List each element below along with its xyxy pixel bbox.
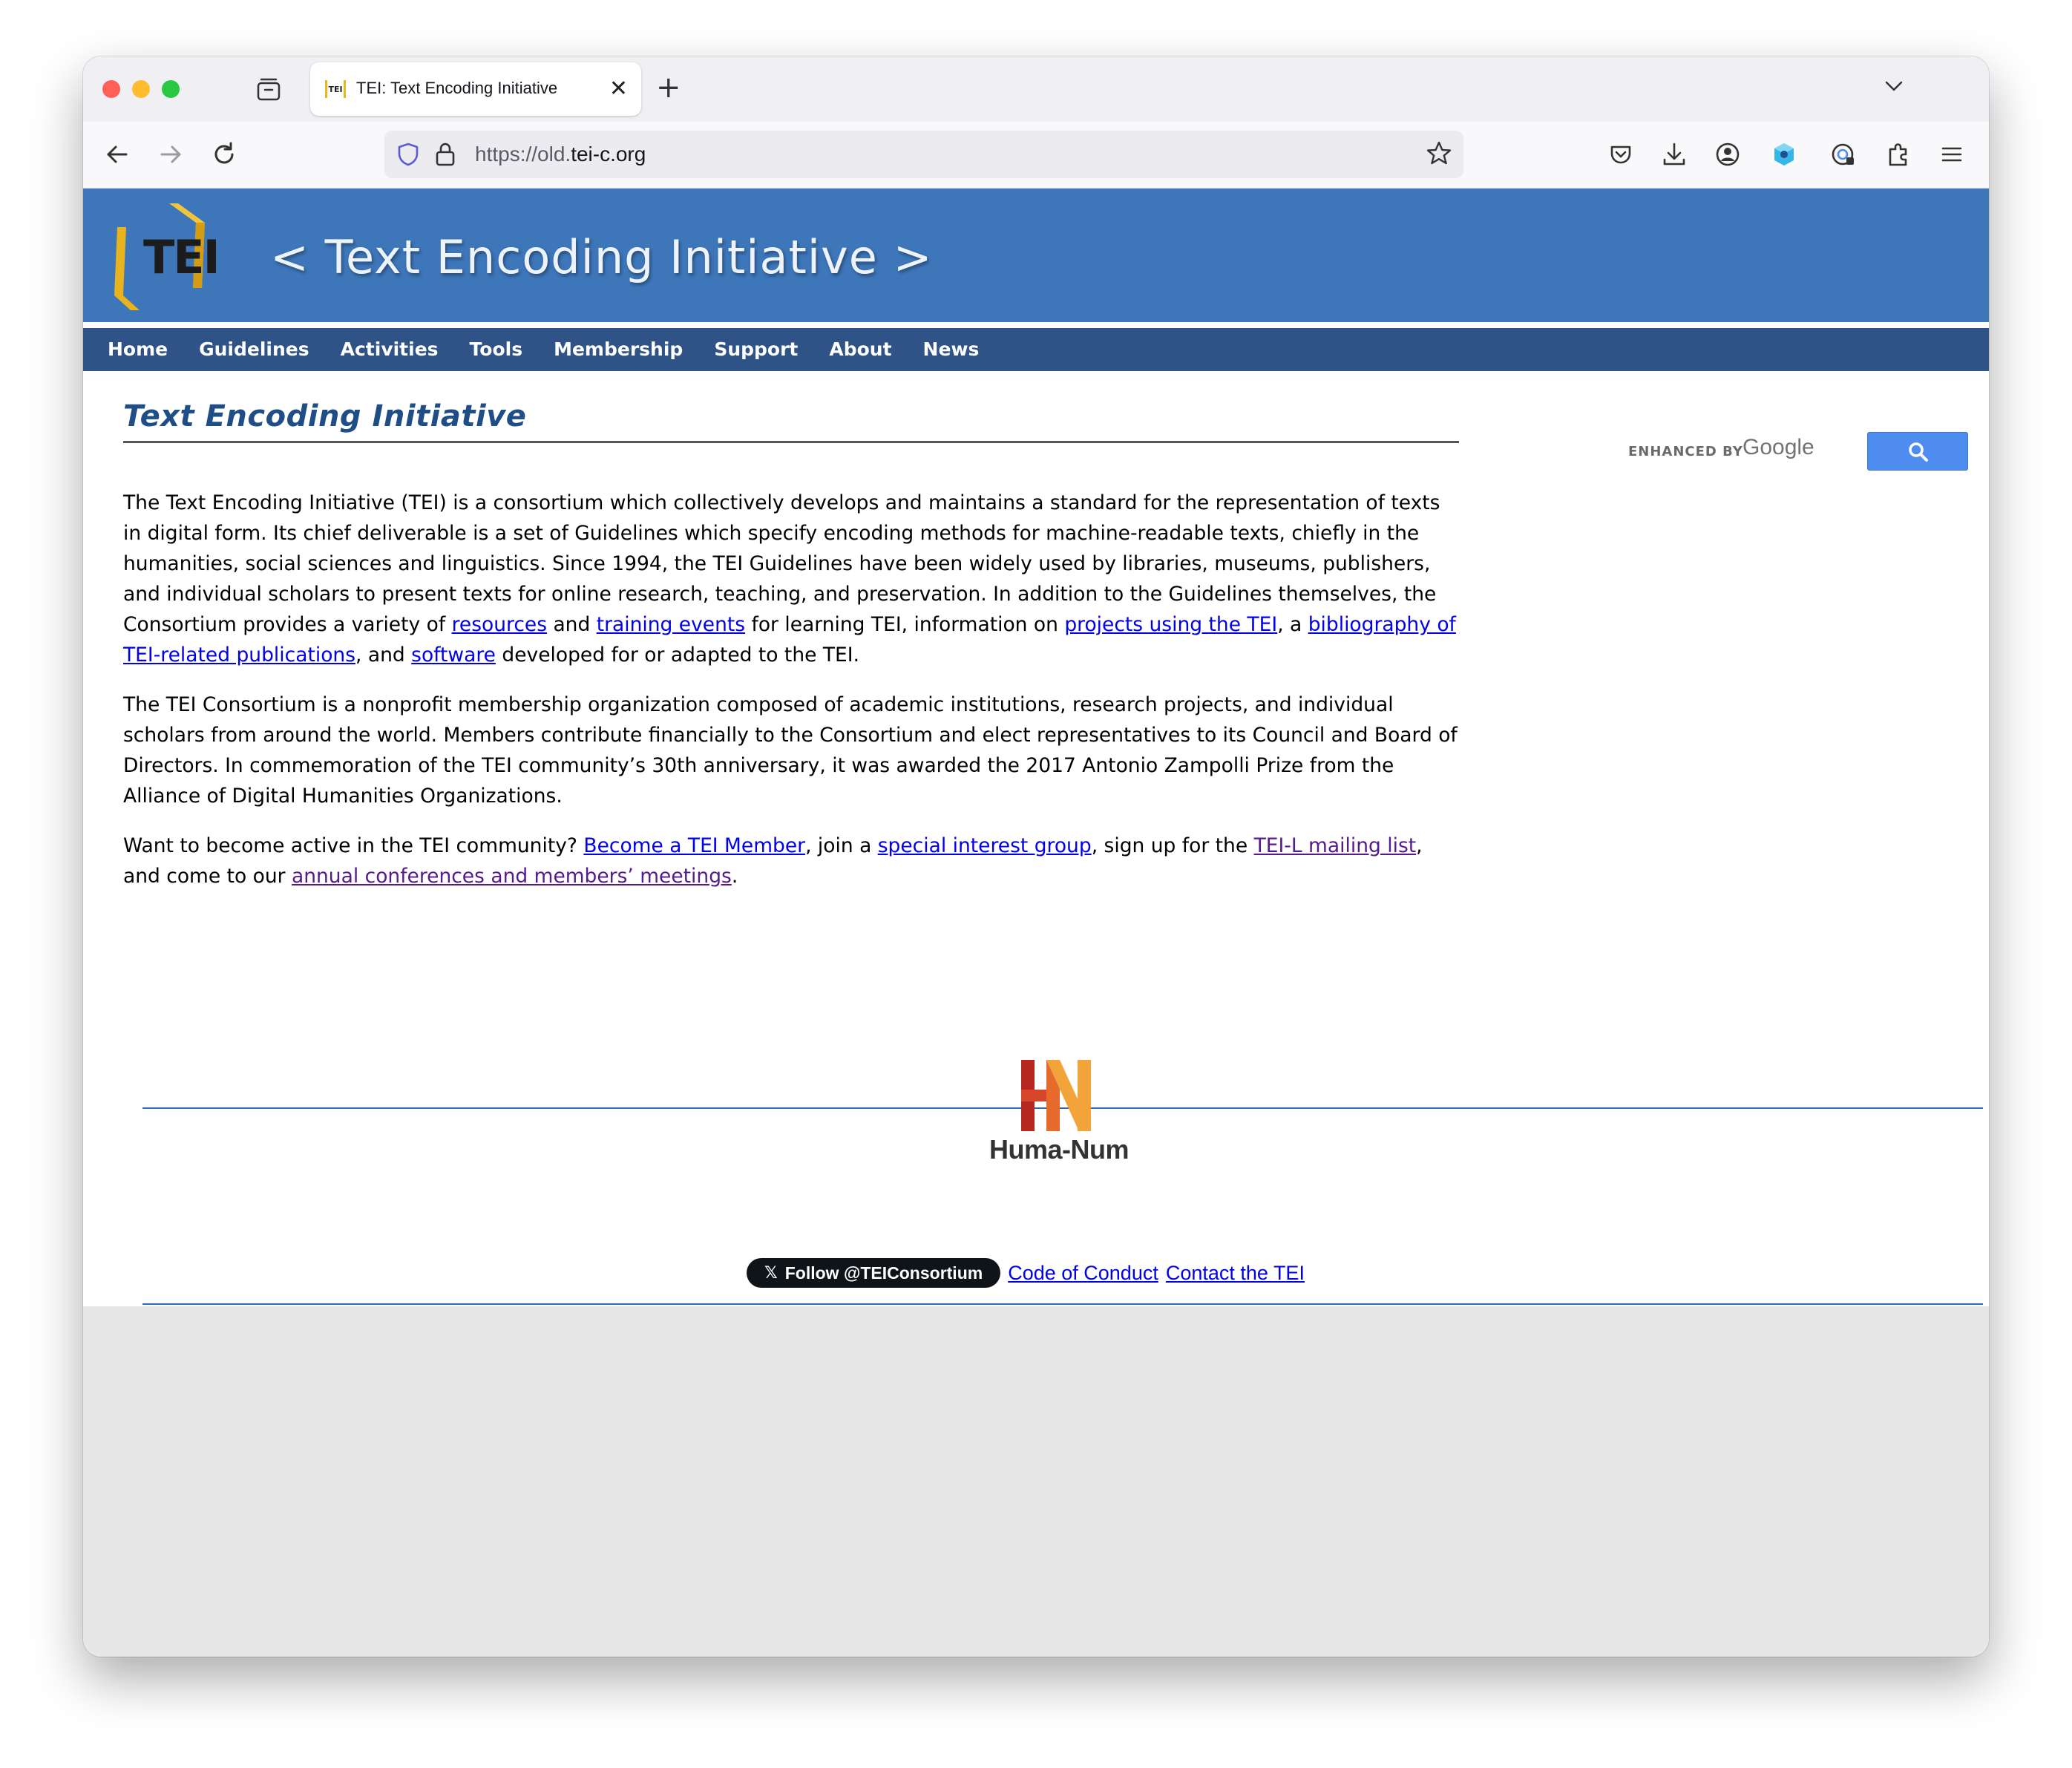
- url-text[interactable]: https://old.tei-c.org: [475, 143, 646, 166]
- tei-logo[interactable]: TEI: [101, 197, 220, 316]
- tei-favicon-icon: TEI: [325, 80, 346, 98]
- huma-num-text: Huma-Num: [989, 1134, 1130, 1165]
- pocket-icon[interactable]: [1606, 140, 1636, 169]
- paragraph-consortium: The TEI Consortium is a nonprofit member…: [123, 693, 1458, 808]
- link-resources[interactable]: resources: [452, 613, 547, 636]
- bookmark-star-icon[interactable]: [1425, 140, 1453, 168]
- huma-num-mark-icon: [1021, 1060, 1091, 1131]
- close-window-button[interactable]: [102, 80, 120, 98]
- page-viewport: TEI < Text Encoding Initiative > Home Gu…: [83, 189, 1989, 1657]
- tab-tei[interactable]: TEI TEI: Text Encoding Initiative ✕: [310, 62, 641, 116]
- site-banner: TEI < Text Encoding Initiative >: [83, 189, 1989, 322]
- tab-overview-icon[interactable]: [255, 76, 282, 102]
- close-tab-icon[interactable]: ✕: [609, 76, 628, 102]
- footer-divider-bottom: [142, 1303, 1983, 1305]
- site-title: < Text Encoding Initiative >: [270, 230, 933, 284]
- shield-icon[interactable]: [395, 141, 422, 168]
- zoom-window-button[interactable]: [162, 80, 180, 98]
- link-become-member[interactable]: Become a TEI Member: [583, 834, 805, 857]
- nav-about[interactable]: About: [829, 328, 891, 371]
- paragraph-about-tei: The Text Encoding Initiative (TEI) is a …: [123, 491, 1456, 667]
- nav-membership[interactable]: Membership: [554, 328, 683, 371]
- link-software[interactable]: software: [411, 644, 496, 667]
- link-code-of-conduct[interactable]: Code of Conduct: [1008, 1262, 1158, 1285]
- huma-num-logo[interactable]: Huma-Num: [981, 1057, 1137, 1176]
- enhanced-by-label: ENHANCED BY: [1628, 444, 1743, 459]
- google-search: ENHANCED BY Google: [1628, 426, 1968, 471]
- follow-x-button[interactable]: 𝕏 Follow @TEIConsortium: [747, 1258, 1001, 1288]
- intro-text: The Text Encoding Initiative (TEI) is a …: [123, 488, 1459, 891]
- download-icon[interactable]: [1659, 140, 1689, 169]
- search-icon: [1909, 442, 1928, 462]
- back-arrow-icon[interactable]: [102, 140, 132, 169]
- paragraph-get-involved: Want to become active in the TEI communi…: [123, 834, 1423, 888]
- link-projects-using-tei[interactable]: projects using the TEI: [1064, 613, 1277, 636]
- tab-bar: TEI TEI: Text Encoding Initiative ✕ +: [83, 56, 1989, 122]
- link-mailing-list[interactable]: TEI-L mailing list: [1254, 834, 1417, 857]
- google-logo: Google: [1742, 435, 1814, 459]
- extension-cube-icon[interactable]: [1769, 140, 1799, 169]
- minimize-window-button[interactable]: [132, 80, 150, 98]
- menu-hamburger-icon[interactable]: [1937, 140, 1967, 169]
- nav-activities[interactable]: Activities: [341, 328, 439, 371]
- forward-arrow-icon[interactable]: [156, 140, 186, 169]
- reload-icon[interactable]: [209, 140, 239, 169]
- nav-news[interactable]: News: [923, 328, 980, 371]
- new-tab-button[interactable]: +: [656, 71, 681, 104]
- chevron-down-icon[interactable]: [1881, 73, 1907, 99]
- nav-support[interactable]: Support: [714, 328, 798, 371]
- nav-tools[interactable]: Tools: [470, 328, 523, 371]
- page-title: Text Encoding Initiative: [123, 399, 1459, 443]
- logo-text: TEI: [143, 230, 220, 284]
- nav-home[interactable]: Home: [108, 328, 168, 371]
- follow-label: Follow @TEIConsortium: [784, 1263, 983, 1283]
- address-bar[interactable]: https://old.tei-c.org: [384, 131, 1463, 178]
- extensions-puzzle-icon[interactable]: [1884, 140, 1913, 169]
- footer-links: 𝕏 Follow @TEIConsortium Code of Conduct …: [747, 1257, 1312, 1289]
- main-content: Text Encoding Initiative The Text Encodi…: [123, 399, 1459, 911]
- link-special-interest-group[interactable]: special interest group: [878, 834, 1092, 857]
- link-annual-conferences[interactable]: annual conferences and members’ meetings: [292, 865, 732, 888]
- main-navigation: Home Guidelines Activities Tools Members…: [83, 328, 1989, 371]
- link-training-events[interactable]: training events: [597, 613, 745, 636]
- link-contact-tei[interactable]: Contact the TEI: [1166, 1262, 1305, 1285]
- privacy-extension-icon[interactable]: [1829, 140, 1858, 169]
- x-logo-icon: 𝕏: [764, 1263, 778, 1283]
- navigation-toolbar: https://old.tei-c.org: [83, 122, 1989, 189]
- tab-title: TEI: Text Encoding Initiative: [356, 79, 558, 97]
- browser-window: TEI TEI: Text Encoding Initiative ✕ + ht…: [83, 56, 1989, 1657]
- search-button[interactable]: [1867, 432, 1968, 471]
- lock-icon[interactable]: [433, 141, 457, 168]
- account-icon[interactable]: [1713, 140, 1742, 169]
- nav-guidelines[interactable]: Guidelines: [199, 328, 309, 371]
- banner-divider: [83, 322, 1989, 328]
- web-page: TEI < Text Encoding Initiative > Home Gu…: [83, 189, 1989, 1306]
